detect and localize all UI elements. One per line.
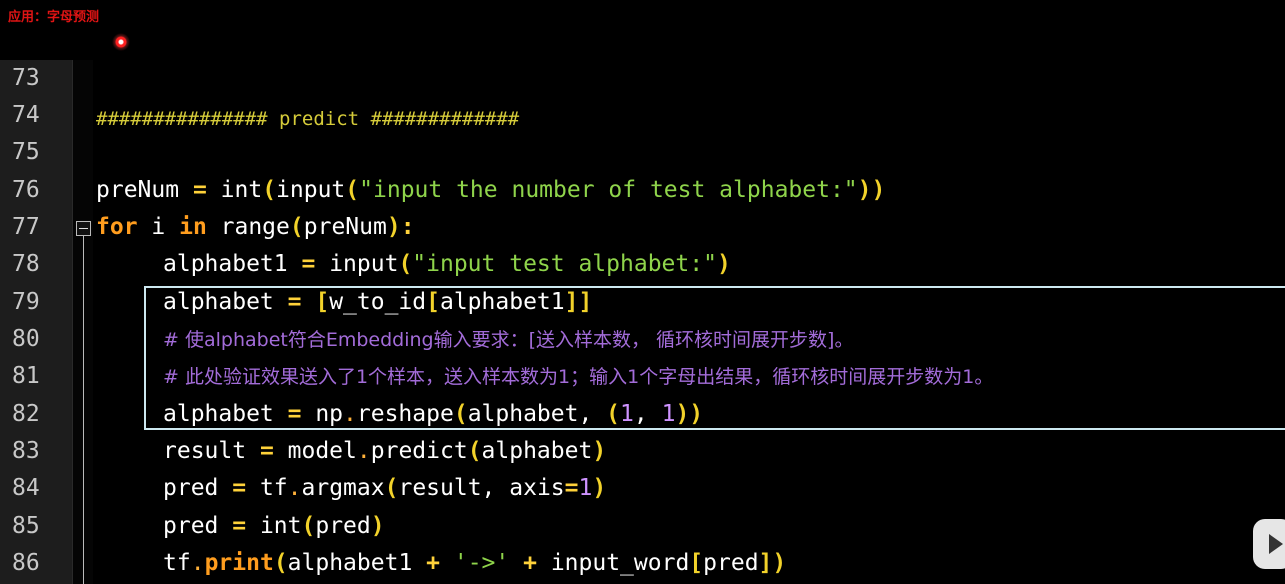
code-line-81: # 此处验证效果送入了1个样本，送入样本数为1；输入1个字母出结果，循环核时间展… [163,366,994,388]
line-number: 85 [12,513,40,539]
code-line-85: pred = int(pred) [163,513,385,539]
line-number: 86 [12,550,40,576]
code-line-79: alphabet = [w_to_id[alphabet1]] [163,289,593,315]
line-number: 75 [12,139,40,165]
fold-toggle-icon[interactable] [76,221,91,236]
line-number: 79 [12,289,40,315]
play-icon[interactable] [1253,519,1285,569]
code-line-86: tf.print(alphabet1 + '->' + input_word[p… [163,550,787,576]
fold-guide-line [83,235,84,584]
line-number: 84 [12,475,40,501]
app-title: 应用：字母预测 [8,10,100,25]
line-number: 73 [12,65,40,91]
code-editor[interactable]: 73 74 75 76 77 78 79 80 81 82 83 84 85 8… [0,60,1285,584]
cursor-dot-icon [112,33,130,51]
line-number: 81 [12,363,40,389]
code-line-80: # 使alphabet符合Embedding输入要求：[送入样本数， 循环核时间… [163,329,854,351]
line-number-gutter: 73 74 75 76 77 78 79 80 81 82 83 84 85 8… [0,60,73,584]
line-number: 82 [12,401,40,427]
line-number: 76 [12,177,40,203]
line-number: 78 [12,251,40,277]
code-line-82: alphabet = np.reshape(alphabet, (1, 1)) [163,401,704,427]
line-number: 77 [12,214,40,240]
code-line-78: alphabet1 = input("input test alphabet:"… [163,251,731,277]
code-line-77: for i in range(preNum): [96,214,415,240]
line-number: 74 [12,102,40,128]
code-line-83: result = model.predict(alphabet) [163,438,607,464]
code-line-74: ############### predict ############# [96,108,520,130]
code-line-76: preNum = int(input("input the number of … [96,177,886,203]
line-number: 83 [12,438,40,464]
line-number: 80 [12,326,40,352]
code-line-84: pred = tf.argmax(result, axis=1) [163,475,607,501]
